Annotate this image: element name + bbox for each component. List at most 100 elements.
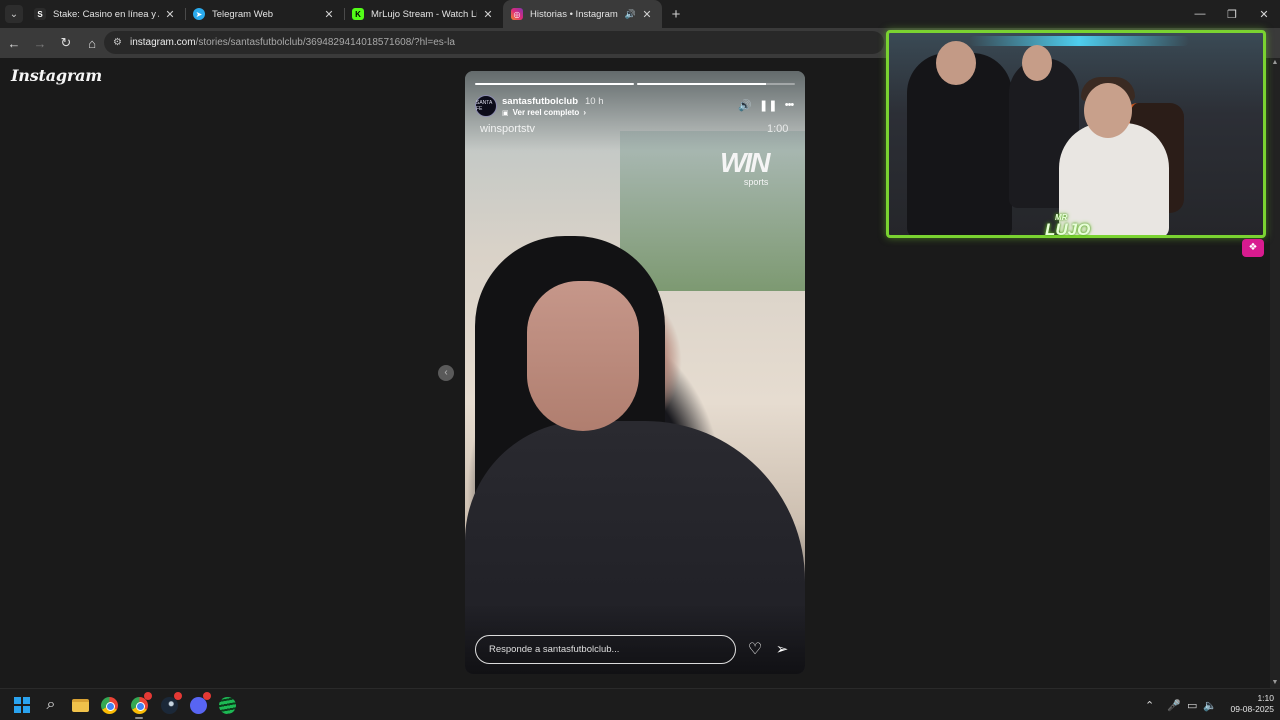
logo-text: LUJO xyxy=(1045,220,1091,239)
windows-logo-icon xyxy=(14,697,30,713)
chrome-icon[interactable] xyxy=(99,695,119,715)
logo-prefix: MR xyxy=(1055,213,1068,222)
story-overlay-text: winsportstv xyxy=(480,123,536,135)
tab-title: Stake: Casino en línea y Apuesta xyxy=(53,8,159,20)
screen: ⌄ S Stake: Casino en línea y Apuesta ✕ ➤… xyxy=(0,0,1280,720)
close-icon[interactable]: ✕ xyxy=(163,8,177,21)
clock-time: 1:10 xyxy=(1257,693,1274,703)
avatar[interactable]: SANTA FE xyxy=(475,95,497,117)
stream-led-light xyxy=(969,36,1189,46)
stream-video[interactable] xyxy=(886,30,1266,238)
progress-segment xyxy=(636,83,795,85)
tab-title: Telegram Web xyxy=(212,8,274,20)
chevron-down-icon: ⌄ xyxy=(5,5,23,23)
picture-in-picture-stream[interactable]: MR LUJO ❖ xyxy=(880,30,1270,257)
story-image xyxy=(527,281,639,431)
search-icon[interactable]: ⌕ xyxy=(41,695,61,715)
tab-stake[interactable]: S Stake: Casino en línea y Apuesta ✕ xyxy=(26,0,185,28)
view-reel-link[interactable]: ▣ Ver reel completo › xyxy=(502,108,586,117)
clock-date: 09-08-2025 xyxy=(1230,704,1274,714)
reel-icon: ▣ xyxy=(502,109,509,117)
notification-badge xyxy=(203,692,211,700)
tab-title: Historias • Instagram xyxy=(530,8,618,20)
stream-person-head xyxy=(1022,45,1052,81)
url-host: instagram.com xyxy=(129,37,196,48)
story-username[interactable]: santasfutbolclub xyxy=(502,96,578,107)
speaker-icon[interactable]: 🔊 xyxy=(625,9,636,20)
close-icon[interactable]: ✕ xyxy=(640,8,654,21)
chevron-right-icon: › xyxy=(583,108,586,117)
more-options-icon[interactable]: ••• xyxy=(781,99,797,111)
stake-icon: S xyxy=(34,8,46,20)
close-icon[interactable]: ✕ xyxy=(481,8,495,21)
tab-search-button[interactable]: ⌄ xyxy=(2,0,26,28)
progress-fill xyxy=(475,83,634,85)
mrlujo-logo: MR LUJO xyxy=(1045,213,1091,240)
address-bar[interactable]: ⚙ instagram.com/stories/santasfutbolclub… xyxy=(104,31,884,54)
stream-person-head xyxy=(936,41,976,85)
notification-badge xyxy=(144,692,152,700)
view-reel-label: Ver reel completo xyxy=(512,108,580,117)
extension-icon[interactable]: ❖ xyxy=(1242,239,1264,257)
like-heart-icon[interactable]: ♡ xyxy=(745,640,765,660)
story-background xyxy=(620,131,805,291)
window-controls: — ❐ ✕ xyxy=(1184,0,1280,28)
send-icon[interactable]: ➢ xyxy=(772,640,792,660)
video-time: 1:00 xyxy=(767,123,789,135)
chrome-logo xyxy=(100,696,118,714)
tab-instagram[interactable]: ◎ Historias • Instagram 🔊 ✕ xyxy=(503,0,662,28)
instagram-logo[interactable]: Instagram xyxy=(11,66,102,85)
microphone-icon[interactable]: 🎤 xyxy=(1167,689,1181,720)
reply-input[interactable] xyxy=(475,635,736,664)
instagram-icon: ◎ xyxy=(511,8,523,20)
folder-icon xyxy=(71,698,89,712)
stream-person-head xyxy=(1084,83,1132,138)
tab-title: MrLujo Stream - Watch Live on xyxy=(371,8,477,20)
reload-button[interactable]: ↻ xyxy=(54,31,78,55)
scroll-up-arrow[interactable]: ▲ xyxy=(1270,58,1280,68)
new-tab-button[interactable]: + xyxy=(662,0,690,28)
spotify-icon[interactable] xyxy=(217,695,237,715)
show-hidden-icons-icon[interactable]: ⌃ xyxy=(1145,689,1154,720)
watermark-text: WIN xyxy=(720,147,770,178)
start-button[interactable] xyxy=(12,695,32,715)
url-path: /stories/santasfutbolclub/36948294140185… xyxy=(195,37,455,48)
page-scrollbar[interactable]: ▲ ▼ xyxy=(1270,58,1280,688)
system-clock[interactable]: 1:10 09-08-2025 xyxy=(1224,693,1274,715)
forward-button[interactable]: → xyxy=(28,31,52,55)
close-window-button[interactable]: ✕ xyxy=(1248,0,1280,28)
win-sports-watermark: WIN sports xyxy=(720,147,770,188)
discord-icon[interactable] xyxy=(188,692,211,715)
file-explorer-icon[interactable] xyxy=(70,695,90,715)
close-icon[interactable]: ✕ xyxy=(322,8,336,21)
watermark-sub: sports xyxy=(743,177,769,187)
scroll-down-arrow[interactable]: ▼ xyxy=(1270,678,1280,688)
telegram-icon: ➤ xyxy=(193,8,205,20)
previous-story-button[interactable]: ‹ xyxy=(438,365,454,381)
network-icon[interactable]: ▭ xyxy=(1187,689,1197,720)
restore-button[interactable]: ❐ xyxy=(1216,0,1248,28)
spotify-logo xyxy=(218,696,236,714)
sound-icon[interactable]: 🔊 xyxy=(737,99,753,112)
notification-badge xyxy=(174,692,182,700)
volume-icon[interactable]: 🔈 xyxy=(1203,689,1217,720)
tab-strip: ⌄ S Stake: Casino en línea y Apuesta ✕ ➤… xyxy=(0,0,1280,28)
minimize-button[interactable]: — xyxy=(1184,0,1216,28)
pause-icon[interactable]: ❚❚ xyxy=(759,99,777,112)
story-time: 10 h xyxy=(585,96,604,107)
story-header: SANTA FE santasfutbolclub 10 h ▣ Ver ree… xyxy=(475,95,795,121)
tab-kick[interactable]: K MrLujo Stream - Watch Live on ✕ xyxy=(344,0,503,28)
home-button[interactable]: ⌂ xyxy=(80,31,104,55)
back-button[interactable]: ← xyxy=(2,31,26,55)
kick-icon: K xyxy=(352,8,364,20)
windows-taskbar: ⌕ ⌃ 🎤 ▭ 🔈 1:10 09-08-2025 xyxy=(0,688,1280,720)
progress-segment xyxy=(475,83,634,85)
story-viewer[interactable]: SANTA FE santasfutbolclub 10 h ▣ Ver ree… xyxy=(465,71,805,674)
tab-telegram[interactable]: ➤ Telegram Web ✕ xyxy=(185,0,344,28)
site-info-icon[interactable]: ⚙ xyxy=(113,37,122,48)
steam-icon[interactable] xyxy=(159,692,182,715)
running-indicator xyxy=(135,717,143,719)
chrome-active-icon[interactable] xyxy=(129,692,152,719)
story-progress xyxy=(475,83,795,85)
progress-fill xyxy=(636,83,767,85)
